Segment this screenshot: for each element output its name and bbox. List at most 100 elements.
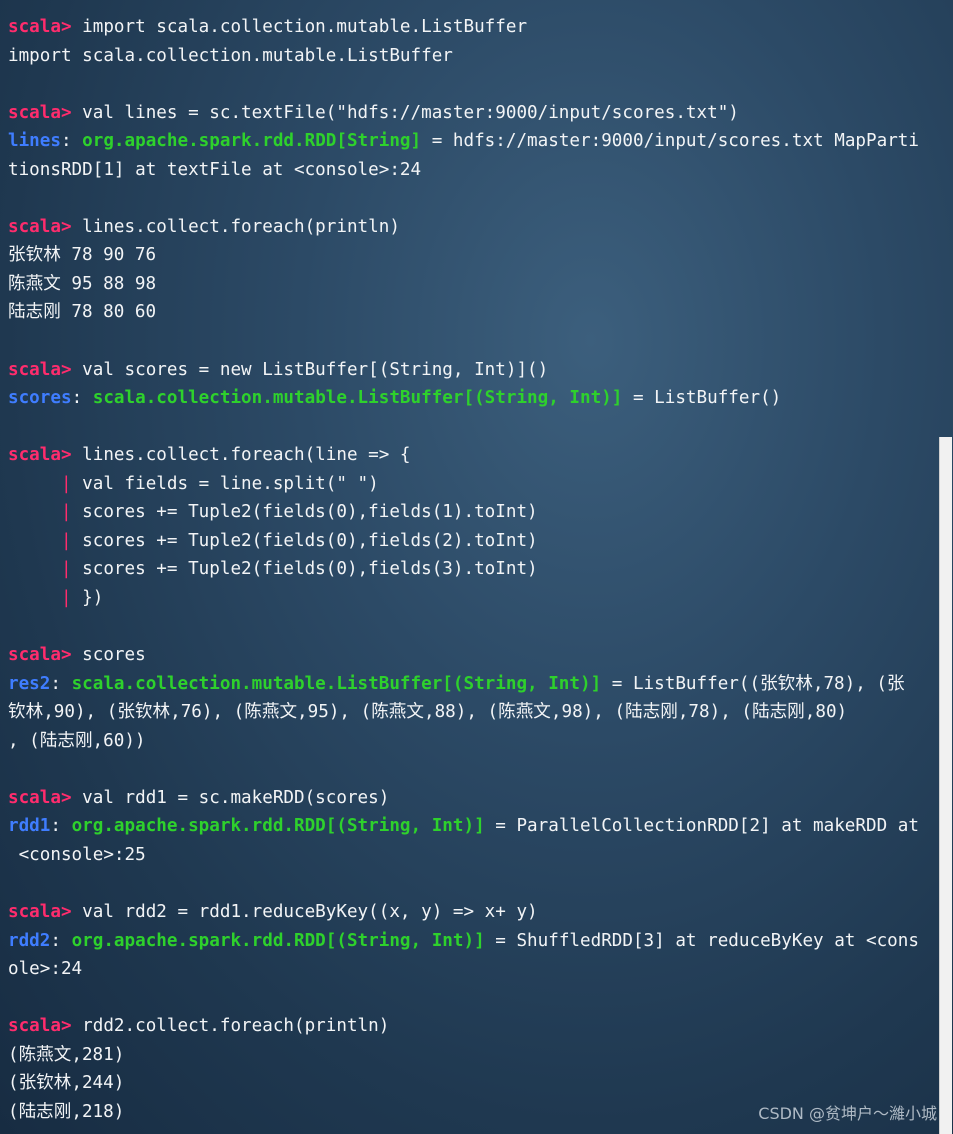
line-text: val scores = new ListBuffer[(String, Int… [71, 359, 549, 380]
result-variable: res2 [8, 673, 51, 694]
terminal-line: | scores += Tuple2(fields(0),fields(2).t… [8, 527, 920, 556]
line-text: : [71, 388, 93, 409]
line-text: lines.collect.foreach(line => { [71, 445, 411, 466]
terminal-line: <console>:25 [8, 841, 920, 870]
line-text [8, 559, 61, 579]
line-text [8, 502, 61, 522]
terminal-line: scala> val scores = new ListBuffer[(Stri… [8, 356, 920, 385]
result-type: org.apache.spark.rdd.RDD[(String, Int)] [71, 816, 485, 837]
line-text: , (陆志刚,60)) [8, 730, 146, 751]
line-text: val rdd1 = sc.makeRDD(scores) [71, 787, 390, 808]
line-text: import scala.collection.mutable.ListBuff… [8, 45, 453, 66]
continuation-marker: | [60, 530, 72, 551]
line-text: 钦林,90), (张钦林,76), (陈燕文,95), (陈燕文,88), (陈… [8, 702, 848, 723]
continuation-marker: | [60, 502, 72, 523]
terminal-line: scores: scala.collection.mutable.ListBuf… [8, 384, 920, 413]
line-text: <console>:25 [8, 844, 146, 865]
line-text: 陆志刚 78 80 60 [8, 302, 157, 323]
line-text: = ListBuffer((张钦林,78), (张 [601, 673, 905, 694]
terminal-line: ole>:24 [8, 955, 920, 984]
line-text: (陈燕文,281) [8, 1044, 125, 1065]
terminal-line: scala> val rdd1 = sc.makeRDD(scores) [8, 784, 920, 813]
line-text: : [50, 673, 72, 694]
line-text: val lines = sc.textFile("hdfs://master:9… [71, 102, 739, 123]
line-text: = ShuffledRDD[3] at reduceByKey at <cons [484, 930, 919, 951]
line-text: scores [71, 645, 146, 666]
result-type: scala.collection.mutable.ListBuffer[(Str… [71, 673, 602, 694]
terminal-line: lines: org.apache.spark.rdd.RDD[String] … [8, 127, 920, 156]
line-text [8, 531, 61, 551]
result-variable: rdd1 [8, 816, 51, 837]
line-text: }) [71, 587, 104, 608]
terminal-line: import scala.collection.mutable.ListBuff… [8, 42, 920, 71]
line-text: val rdd2 = rdd1.reduceByKey((x, y) => x+… [71, 901, 538, 922]
line-text [8, 588, 61, 608]
line-text: val fields = line.split(" ") [71, 473, 379, 494]
line-text: (张钦林,244) [8, 1073, 125, 1094]
prompt-label: scala> [8, 445, 72, 466]
line-text: 陈燕文 95 88 98 [8, 273, 157, 294]
terminal-line: tionsRDD[1] at textFile at <console>:24 [8, 156, 920, 185]
line-text: scores += Tuple2(fields(0),fields(3).toI… [71, 559, 538, 580]
continuation-marker: | [60, 587, 72, 608]
line-text: : [50, 816, 72, 837]
terminal-line: 陈燕文 95 88 98 [8, 270, 920, 299]
prompt-label: scala> [8, 359, 72, 380]
line-text: = ParallelCollectionRDD[2] at makeRDD at [484, 816, 919, 837]
line-text: tionsRDD[1] at textFile at <console>:24 [8, 159, 422, 180]
terminal-line: scala> lines.collect.foreach(line => { [8, 441, 920, 470]
terminal-line: scala> val rdd2 = rdd1.reduceByKey((x, y… [8, 898, 920, 927]
line-text: : [50, 930, 72, 951]
terminal-line: scala> import scala.collection.mutable.L… [8, 13, 920, 42]
terminal-line: scala> rdd2.collect.foreach(println) [8, 1012, 920, 1041]
line-text: 张钦林 78 90 76 [8, 245, 157, 266]
result-variable: scores [8, 388, 72, 409]
continuation-marker: | [60, 473, 72, 494]
result-variable: lines [8, 131, 61, 152]
line-text: rdd2.collect.foreach(println) [71, 1016, 390, 1037]
prompt-label: scala> [8, 216, 72, 237]
prompt-label: scala> [8, 645, 72, 666]
terminal-line: | }) [8, 584, 920, 613]
line-text: import scala.collection.mutable.ListBuff… [71, 17, 528, 37]
terminal-line: (陈燕文,281) [8, 1041, 920, 1070]
continuation-marker: | [60, 559, 72, 580]
terminal-line: scala> lines.collect.foreach(println) [8, 213, 920, 242]
line-text: = hdfs://master:9000/input/scores.txt Ma… [421, 131, 919, 152]
terminal-line: scala> val lines = sc.textFile("hdfs://m… [8, 99, 920, 128]
terminal-line: , (陆志刚,60)) [8, 727, 920, 756]
terminal-line: rdd2: org.apache.spark.rdd.RDD[(String, … [8, 927, 920, 956]
line-text: scores += Tuple2(fields(0),fields(1).toI… [71, 502, 538, 523]
result-type: scala.collection.mutable.ListBuffer[(Str… [92, 388, 623, 409]
terminal-line: | scores += Tuple2(fields(0),fields(1).t… [8, 498, 920, 527]
terminal-line: 陆志刚 78 80 60 [8, 298, 920, 327]
result-variable: rdd2 [8, 930, 51, 951]
prompt-label: scala> [8, 1016, 72, 1037]
terminal-line: 张钦林 78 90 76 [8, 241, 920, 270]
terminal-line: (张钦林,244) [8, 1069, 920, 1098]
terminal-line: rdd1: org.apache.spark.rdd.RDD[(String, … [8, 812, 920, 841]
prompt-label: scala> [8, 102, 72, 123]
terminal-line: scala> scores [8, 641, 920, 670]
terminal-line: 钦林,90), (张钦林,76), (陈燕文,95), (陈燕文,88), (陈… [8, 698, 920, 727]
prompt-label: scala> [8, 901, 72, 922]
terminal-line: | val fields = line.split(" ") [8, 470, 920, 499]
terminal-output[interactable]: scala> import scala.collection.mutable.L… [8, 13, 920, 1126]
line-text [8, 474, 61, 494]
vertical-scrollbar[interactable] [939, 437, 952, 1134]
line-text: lines.collect.foreach(println) [71, 216, 400, 237]
line-text: (陆志刚,218) [8, 1101, 125, 1122]
terminal-line: | scores += Tuple2(fields(0),fields(3).t… [8, 555, 920, 584]
line-text: scores += Tuple2(fields(0),fields(2).toI… [71, 530, 538, 551]
line-text: = ListBuffer() [622, 388, 782, 409]
prompt-label: scala> [8, 787, 72, 808]
result-type: org.apache.spark.rdd.RDD[(String, Int)] [71, 930, 485, 951]
